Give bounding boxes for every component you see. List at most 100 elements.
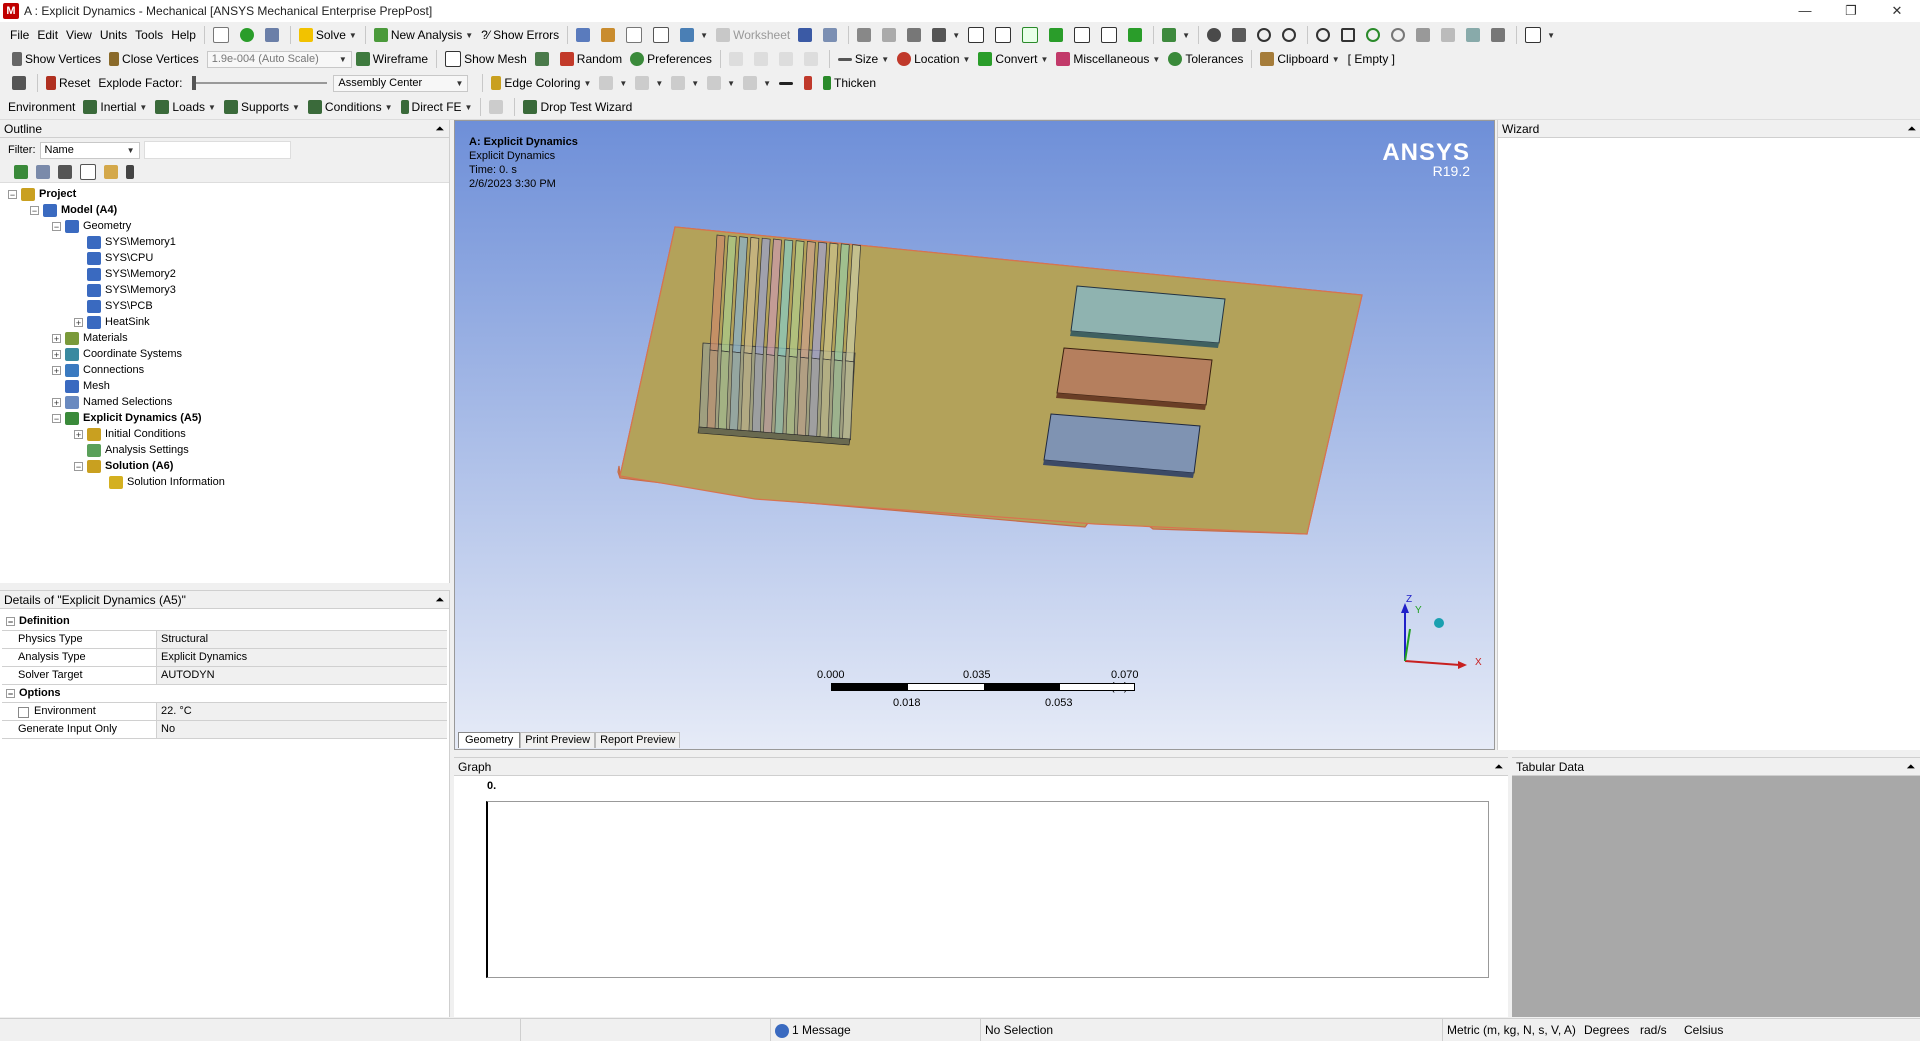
menu-edit[interactable]: Edit [33, 24, 62, 46]
select-mode-icon[interactable] [853, 24, 878, 46]
thicken-prev-icon[interactable] [800, 72, 819, 94]
zoom-in-icon[interactable] [1278, 24, 1303, 46]
tree-item[interactable]: − Model (A4) [30, 202, 117, 218]
menu-tools[interactable]: Tools [131, 24, 167, 46]
extend-selection-icon[interactable]: ▼ [1158, 24, 1194, 46]
wireframe-button[interactable]: Wireframe [352, 48, 432, 70]
tab-print-preview[interactable]: Print Preview [520, 732, 596, 748]
viewports-icon[interactable]: ▼ [1521, 24, 1559, 46]
image-icon[interactable]: ▼ [676, 24, 712, 46]
zoom-fit-icon[interactable] [1337, 24, 1362, 46]
zoom-green-icon[interactable] [1362, 24, 1387, 46]
angle-units-status[interactable]: Degrees [1580, 1019, 1636, 1041]
location-button[interactable]: Location ▼ [893, 48, 974, 70]
convert-button[interactable]: Convert ▼ [974, 48, 1052, 70]
edge-option-4-icon[interactable]: ▼ [703, 72, 739, 94]
details-row-physics-type[interactable]: Physics Type Structural [2, 631, 447, 649]
collapse-toggle-icon[interactable]: − [8, 189, 17, 199]
folder-icon[interactable] [104, 165, 118, 179]
explode-icon[interactable] [8, 72, 33, 94]
details-row-analysis-type[interactable]: Analysis Type Explicit Dynamics [2, 649, 447, 667]
conditions-button[interactable]: Conditions ▼ [304, 96, 397, 118]
edge-option-3-icon[interactable]: ▼ [667, 72, 703, 94]
explode-slider-handle[interactable] [192, 76, 197, 90]
expand-toggle-icon[interactable]: + [74, 429, 83, 439]
wizard-pin-icon[interactable]: ⏶ [1907, 120, 1916, 138]
inertial-button[interactable]: Inertial ▼ [79, 96, 151, 118]
line-tool-icon[interactable] [775, 72, 800, 94]
edge-option-1-icon[interactable]: ▼ [595, 72, 631, 94]
tree-item[interactable]: SYS\CPU [74, 250, 153, 266]
assembly-center-combo[interactable]: Assembly Center ▼ [333, 74, 469, 92]
triad-3-icon[interactable] [775, 48, 800, 70]
tree-item[interactable]: + Coordinate Systems [52, 346, 182, 362]
details-row-solver-target[interactable]: Solver Target AUTODYN [2, 667, 447, 685]
menu-file[interactable]: File [6, 24, 33, 46]
edge-coloring-button[interactable]: Edge Coloring ▼ [487, 72, 595, 94]
toggle-icon[interactable] [209, 24, 236, 46]
tool-icon-3[interactable] [622, 24, 649, 46]
random-button[interactable]: Random [556, 48, 626, 70]
show-errors-button[interactable]: ?⁄ Show Errors [477, 24, 563, 46]
close-button[interactable]: ✕ [1874, 0, 1920, 22]
triad-1-icon[interactable] [725, 48, 750, 70]
close-vertices-button[interactable]: Close Vertices [105, 48, 203, 70]
loads-button[interactable]: Loads ▼ [151, 96, 220, 118]
drop-test-wizard-button[interactable]: Drop Test Wizard [519, 96, 636, 118]
select-element2-icon[interactable] [1097, 24, 1124, 46]
expand-all-icon[interactable] [80, 164, 96, 180]
edge-option-2-icon[interactable]: ▼ [631, 72, 667, 94]
miscellaneous-button[interactable]: Miscellaneous ▼ [1052, 48, 1164, 70]
heatsink[interactable] [697, 234, 861, 446]
tabular-pin-icon[interactable]: ⏶ [1906, 758, 1915, 776]
clipboard-button[interactable]: Clipboard ▼ [1256, 48, 1343, 70]
tool-icon-1[interactable] [572, 24, 597, 46]
check-icon[interactable] [236, 24, 261, 46]
restore-button[interactable]: ❐ [1828, 0, 1874, 22]
graphics-viewport[interactable]: A: Explicit Dynamics Explicit Dynamics T… [454, 120, 1495, 750]
tree-item[interactable]: − Explicit Dynamics (A5) [52, 410, 202, 426]
new-analysis-button[interactable]: New Analysis ▼ [370, 24, 477, 46]
zoom-box-icon[interactable] [1312, 24, 1337, 46]
tree-item[interactable]: + Connections [52, 362, 144, 378]
menu-help[interactable]: Help [167, 24, 200, 46]
filter-combo[interactable]: Name ▼ [39, 141, 140, 159]
reset-button[interactable]: Reset [42, 72, 94, 94]
rotate-icon[interactable] [1203, 24, 1228, 46]
details-section-definition[interactable]: − Definition [2, 613, 447, 631]
iso-ball-icon[interactable] [1434, 618, 1444, 628]
units-status[interactable]: Metric (m, kg, N, s, V, A) [1442, 1019, 1582, 1041]
expand-icon[interactable] [58, 165, 72, 179]
select-edge-icon[interactable] [903, 24, 928, 46]
details-row-environment-temperature[interactable]: Environment Temperature22. °C [2, 703, 447, 734]
tree-item[interactable]: SYS\Memory1 [74, 234, 176, 250]
zoom-icon[interactable] [1253, 24, 1278, 46]
pin-icon[interactable]: ⏶ [435, 120, 444, 138]
graph-plot-area[interactable] [486, 801, 1489, 978]
tree-item[interactable]: SYS\Memory3 [74, 282, 176, 298]
refresh-icon[interactable] [14, 165, 28, 179]
previous-view-icon[interactable] [1412, 24, 1437, 46]
tree-item[interactable]: Analysis Settings [74, 442, 189, 458]
tab-report-preview[interactable]: Report Preview [595, 732, 681, 748]
sort-icon[interactable] [126, 165, 134, 179]
parameter-checkbox[interactable] [18, 707, 29, 718]
select-mesh-icon[interactable] [1124, 24, 1149, 46]
share-icon[interactable] [261, 24, 286, 46]
menu-units[interactable]: Units [96, 24, 131, 46]
tree-item[interactable]: + HeatSink [74, 314, 150, 330]
tab-geometry[interactable]: Geometry [458, 732, 521, 748]
tree-item[interactable]: Solution Information [96, 474, 225, 490]
collapse-toggle-icon[interactable]: − [74, 461, 83, 471]
triad-4-icon[interactable] [800, 48, 825, 70]
details-row-generate-input-only[interactable]: Generate Input Only No [2, 721, 447, 739]
iso-view-icon[interactable] [1462, 24, 1487, 46]
expand-toggle-icon[interactable]: + [52, 333, 61, 343]
thicken-button[interactable]: Thicken [819, 72, 880, 94]
collapse-icon[interactable] [36, 165, 50, 179]
collapse-toggle-icon[interactable]: − [30, 205, 39, 215]
collapse-toggle-icon[interactable]: − [52, 413, 61, 423]
tree-item[interactable]: + Initial Conditions [74, 426, 186, 442]
tree-item[interactable]: − Geometry [52, 218, 131, 234]
tree-item[interactable]: + Materials [52, 330, 128, 346]
